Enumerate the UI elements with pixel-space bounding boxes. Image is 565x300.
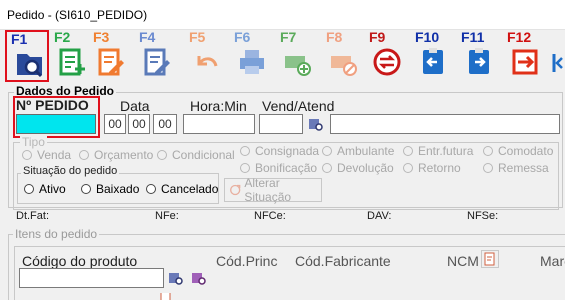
window-title: Pedido - (SI610_PEDIDO)	[7, 8, 148, 22]
exchange-icon	[373, 48, 401, 76]
nfe-label: NFe:	[155, 210, 179, 222]
toolbar-button-f1[interactable]: F1	[5, 30, 49, 82]
toolbar-button-f3[interactable]: F3	[89, 29, 133, 82]
cod-princ-label: Cód.Princ	[216, 253, 278, 269]
hora-label: Hora:Min	[190, 98, 247, 114]
key-label: F6	[234, 29, 251, 45]
toolbar-button-f9[interactable]: F9	[365, 29, 409, 82]
grid-search-icon	[169, 273, 183, 285]
tipo-consignada-radio[interactable]: Consignada	[240, 144, 319, 158]
tipo-venda-radio[interactable]: Venda	[22, 148, 71, 162]
codigo-produto-label: Código do produto	[22, 253, 138, 269]
exit-icon	[512, 49, 538, 75]
ncm-button[interactable]	[481, 250, 499, 268]
data-label: Data	[120, 98, 150, 114]
clipboard-right-icon	[469, 48, 489, 74]
toolbar-button-f11[interactable]: F11	[457, 29, 501, 82]
situacao-baixado-radio[interactable]: Baixado	[81, 182, 139, 196]
alterar-situacao-button[interactable]: Alterar Situação	[224, 176, 322, 204]
edit-item-icon-partial	[157, 293, 175, 300]
money-add-icon	[285, 56, 311, 76]
toolbar-button-f4[interactable]: F4	[135, 29, 179, 82]
vend-code-input[interactable]	[259, 114, 303, 134]
money-cancel-icon	[331, 56, 357, 76]
pedido-number-label: Nº PEDIDO	[16, 97, 89, 113]
marca-label: Marc	[540, 253, 565, 269]
codigo-produto-input[interactable]	[19, 268, 164, 288]
tipo-bonificacao-radio[interactable]: Bonificação	[240, 161, 317, 175]
tipo-orcamento-radio[interactable]: Orçamento	[79, 148, 153, 162]
key-label: F5	[189, 29, 206, 45]
situacao-legend: Situação do pedido	[21, 165, 120, 177]
grid-search-icon	[309, 119, 323, 131]
edit-document-icon	[98, 48, 124, 76]
title-bar: Pedido - (SI610_PEDIDO)	[0, 0, 565, 30]
printer-icon	[240, 50, 264, 74]
toolbar-button-overflow[interactable]	[549, 30, 565, 82]
refresh-icon	[230, 184, 241, 196]
produto-search-button[interactable]	[167, 269, 185, 287]
add-document-icon	[59, 48, 85, 76]
toolbar-button-f5[interactable]: F5	[185, 29, 229, 82]
nfce-label: NFCe:	[254, 210, 286, 222]
tipo-retorno-radio[interactable]: Retorno	[403, 161, 461, 175]
search-document-icon	[17, 54, 43, 78]
edit-document-blue-icon	[144, 48, 170, 76]
key-label: F7	[280, 29, 297, 45]
key-label: F8	[326, 29, 343, 45]
key-label: F10	[415, 29, 440, 45]
key-label: F3	[93, 29, 110, 45]
tipo-comodato-radio[interactable]: Comodato	[483, 144, 553, 158]
toolbar-button-f6[interactable]: F6	[230, 29, 274, 82]
toolbar-button-f2[interactable]: F2	[50, 29, 94, 82]
dav-label: DAV:	[367, 210, 392, 222]
key-label: F4	[139, 29, 156, 45]
edit-document-icon	[160, 293, 171, 300]
undo-icon	[197, 56, 218, 67]
key-label: F12	[507, 29, 532, 45]
toolbar-button-f7[interactable]: F7	[276, 29, 320, 82]
dtfat-label: Dt.Fat:	[16, 210, 50, 222]
tipo-condicional-radio[interactable]: Condicional	[157, 148, 235, 162]
toolbar-button-f8[interactable]: F8	[322, 29, 366, 82]
nfse-label: NFSe:	[467, 210, 499, 222]
key-label: F2	[54, 29, 71, 45]
situacao-ativo-radio[interactable]: Ativo	[24, 182, 66, 196]
tipo-remessa-radio[interactable]: Remessa	[483, 161, 549, 175]
date-year-input[interactable]: 00	[153, 114, 177, 134]
cod-fabricante-label: Cód.Fabricante	[295, 253, 391, 269]
pedido-number-input[interactable]	[16, 114, 96, 134]
vend-search-button[interactable]	[307, 115, 325, 133]
tipo-devolucao-radio[interactable]: Devolução	[322, 161, 394, 175]
toolbar: F1 F2 F3 F4 F5 F6 F7 F8 F9 F10 F11 F12	[0, 29, 565, 84]
tipo-entrfutura-radio[interactable]: Entr.futura	[403, 144, 473, 158]
toolbar-button-f12[interactable]: F12	[503, 29, 547, 82]
tipo-ambulante-radio[interactable]: Ambulante	[322, 144, 394, 158]
toolbar-button-f10[interactable]: F10	[411, 29, 455, 82]
itens-pedido-legend: Itens do pedido	[13, 227, 100, 241]
vend-label: Vend/Atend	[262, 98, 335, 114]
tipo-legend: Tipo	[20, 135, 47, 149]
overflow-arrow-icon	[552, 54, 563, 72]
date-month-input[interactable]: 00	[128, 114, 150, 134]
edit-document-icon	[484, 252, 495, 266]
clipboard-left-icon	[423, 48, 443, 74]
ncm-label: NCM	[447, 253, 479, 269]
vend-name-input	[330, 114, 560, 134]
produto-grid-button[interactable]	[190, 269, 208, 287]
date-day-input[interactable]: 00	[104, 114, 126, 134]
key-label: F9	[369, 29, 386, 45]
grid-purple-icon	[192, 273, 206, 285]
situacao-cancelado-radio[interactable]: Cancelado	[146, 182, 218, 196]
key-label: F1	[11, 31, 28, 47]
key-label: F11	[461, 29, 485, 45]
hora-input[interactable]	[183, 114, 255, 134]
